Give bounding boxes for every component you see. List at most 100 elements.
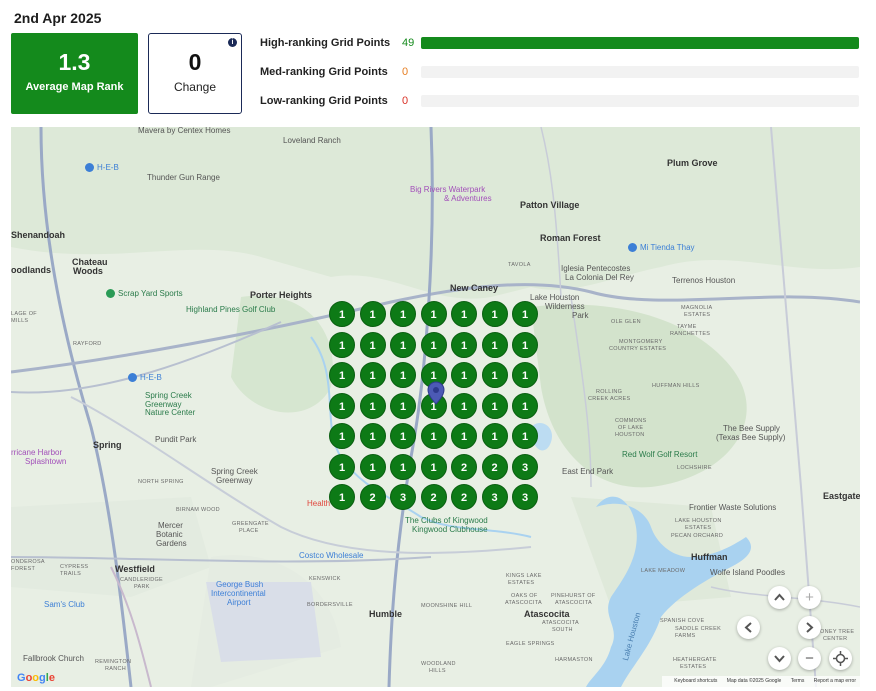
grid-point[interactable]: 1 <box>359 331 386 358</box>
map-label: HOUSTON <box>615 432 645 438</box>
grid-point[interactable]: 2 <box>359 484 386 510</box>
grid-point[interactable]: 1 <box>451 392 477 419</box>
map-label: CREEK ACRES <box>588 396 631 402</box>
map-label: CENTER <box>823 636 848 642</box>
report-error-link[interactable]: Report a map error <box>814 678 856 684</box>
grid-point[interactable]: 1 <box>420 453 447 480</box>
grid-point[interactable]: 1 <box>481 331 508 358</box>
map-label: New Caney <box>450 283 499 293</box>
change-label: Change <box>173 80 217 94</box>
grid-point[interactable]: 1 <box>451 423 477 449</box>
map-label: LOCHSHIRE <box>677 465 712 471</box>
map-label: Mercer <box>158 521 183 530</box>
map-label: Nature Center <box>145 408 196 417</box>
grid-point[interactable]: 1 <box>329 331 355 358</box>
map-label-text: H-E-B <box>140 373 162 382</box>
info-icon[interactable]: i <box>228 38 237 47</box>
map-label: MOONSHINE HILL <box>421 603 473 609</box>
grid-point[interactable]: 1 <box>359 392 386 419</box>
map-label: George Bush <box>216 580 264 589</box>
grid-point[interactable]: 2 <box>451 484 477 510</box>
map-data-text: Map data ©2025 Google <box>726 678 782 684</box>
grid-point[interactable]: 1 <box>481 362 508 388</box>
map-label: ATASCOCITA <box>505 600 542 606</box>
grid-point[interactable]: 1 <box>359 423 386 449</box>
grid-point[interactable]: 1 <box>359 362 386 388</box>
map-view[interactable]: Mavera by Centex Homes Loveland Ranch H-… <box>11 127 860 687</box>
map-label: TRAILS <box>60 571 82 577</box>
zoom-in-button[interactable]: + <box>798 586 821 609</box>
average-rank-card: 1.3 Average Map Rank <box>11 33 138 114</box>
map-label: Health <box>307 499 331 508</box>
grid-point[interactable]: 1 <box>512 331 538 358</box>
grid-point[interactable]: 1 <box>512 423 538 449</box>
grid-point[interactable]: 1 <box>451 331 477 358</box>
map-label: CYPRESS <box>60 564 89 570</box>
map-label: GREENGATE <box>232 521 269 527</box>
map-label: SOUTH <box>552 627 573 633</box>
map-label: Lake Houston <box>530 293 580 302</box>
grid-point[interactable]: 1 <box>390 362 416 388</box>
shop-icon <box>628 243 637 253</box>
grid-point[interactable]: 1 <box>390 453 416 480</box>
grid-point[interactable]: 1 <box>359 301 386 327</box>
grid-point[interactable]: 3 <box>481 484 508 510</box>
map-label: Red Wolf Golf Resort <box>622 450 698 459</box>
map-label: Eastgate <box>823 491 860 501</box>
terms-link[interactable]: Terms <box>791 678 805 684</box>
grid-point[interactable]: 1 <box>390 331 416 358</box>
grid-point[interactable]: 1 <box>390 301 416 327</box>
grid-point[interactable]: 1 <box>451 362 477 388</box>
map-label: OF LAKE <box>618 425 644 431</box>
grid-point[interactable]: 1 <box>420 301 447 327</box>
map-label: Big Rivers Waterpark <box>410 185 486 194</box>
grid-point[interactable]: 1 <box>481 301 508 327</box>
grid-point[interactable]: 1 <box>359 453 386 480</box>
grid-point[interactable]: 1 <box>481 423 508 449</box>
grid-point[interactable]: 1 <box>329 301 355 327</box>
zoom-out-button[interactable]: − <box>798 647 821 670</box>
grid-point[interactable]: 3 <box>390 484 416 510</box>
grid-point[interactable]: 1 <box>329 423 355 449</box>
keyboard-shortcuts-link[interactable]: Keyboard shortcuts <box>674 678 717 684</box>
map-label: TAVOLA <box>508 262 531 268</box>
grid-point[interactable]: 1 <box>481 392 508 419</box>
grid-point[interactable]: 1 <box>329 392 355 419</box>
recenter-button[interactable] <box>829 647 852 670</box>
grid-point[interactable]: 1 <box>451 301 477 327</box>
grid-point[interactable]: 1 <box>420 331 447 358</box>
grid-point[interactable]: 1 <box>512 392 538 419</box>
map-label: Iglesia Pentecostes <box>561 264 631 273</box>
grid-point[interactable]: 1 <box>512 362 538 388</box>
map-label: The Clubs of Kingwood <box>405 516 488 525</box>
grid-point[interactable]: 3 <box>512 484 538 510</box>
bar-count: 49 <box>402 37 415 49</box>
map-label: Pundit Park <box>155 435 197 444</box>
pan-right-button[interactable] <box>798 616 821 639</box>
grid-point[interactable]: 1 <box>329 362 355 388</box>
grid-point[interactable]: 2 <box>481 453 508 480</box>
grid-point[interactable]: 1 <box>390 423 416 449</box>
bar-track <box>421 66 859 78</box>
grid-point[interactable]: 1 <box>390 392 416 419</box>
grid-point[interactable]: 2 <box>420 484 447 510</box>
grid-point[interactable]: 2 <box>451 453 477 480</box>
bar-row-med: Med-ranking Grid Points 0 <box>260 63 860 92</box>
grid-point[interactable]: 3 <box>512 453 538 480</box>
grid-point[interactable]: 1 <box>329 484 355 510</box>
bar-fill <box>421 37 859 49</box>
map-label: Intercontinental <box>211 589 266 598</box>
map-label: ROLLING <box>596 389 623 395</box>
map-label: Greenway <box>216 476 253 485</box>
grid-point[interactable]: 1 <box>512 301 538 327</box>
rank-report: 2nd Apr 2025 1.3 Average Map Rank i 0 Ch… <box>0 0 876 691</box>
shop-icon <box>85 163 94 173</box>
grid-point[interactable]: 1 <box>420 423 447 449</box>
map-label: HARMASTON <box>555 657 593 663</box>
bar-count: 0 <box>402 95 409 107</box>
map-label: La Colonia Del Rey <box>565 273 634 282</box>
grid-point[interactable]: 1 <box>329 453 355 480</box>
pan-up-button[interactable] <box>768 586 791 609</box>
pan-left-button[interactable] <box>737 616 760 639</box>
pan-down-button[interactable] <box>768 647 791 670</box>
